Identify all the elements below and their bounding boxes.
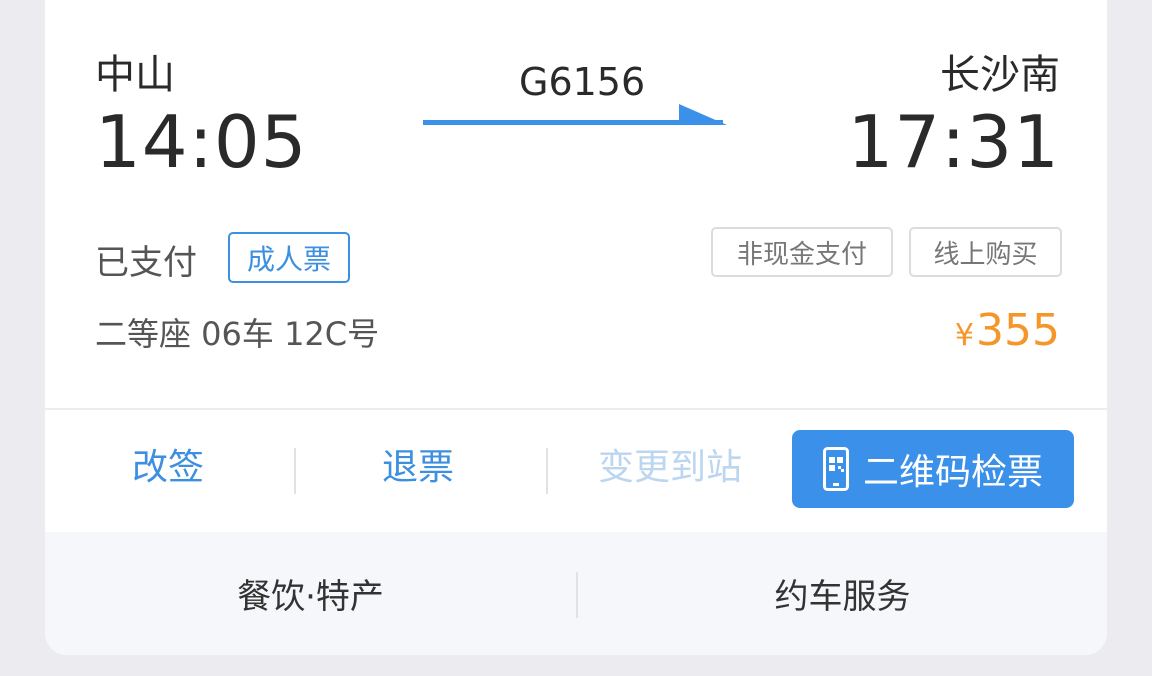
pay-status: 已支付 xyxy=(95,243,197,283)
separator xyxy=(546,448,548,494)
qr-check-button[interactable]: 二维码检票 xyxy=(792,430,1074,508)
change-ticket-button[interactable]: 改签 xyxy=(103,426,233,502)
price-value: 355 xyxy=(976,305,1060,356)
seat-info: 二等座 06车 12C号 xyxy=(95,315,380,353)
service-bar: 餐饮·特产 约车服务 xyxy=(45,532,1107,655)
right-arrow-icon xyxy=(423,104,727,125)
ticket-card: 中山 长沙南 G6156 14:05 17:31 已支付 成人票 非现金支付 线… xyxy=(45,0,1107,655)
qr-check-label: 二维码检票 xyxy=(862,452,1043,493)
ticket-type-badge: 成人票 xyxy=(228,232,350,283)
price: ¥355 xyxy=(955,305,1060,356)
refund-button[interactable]: 退票 xyxy=(353,426,483,502)
separator xyxy=(294,448,296,494)
train-number: G6156 xyxy=(519,60,646,104)
depart-time: 14:05 xyxy=(95,100,308,184)
to-station: 长沙南 xyxy=(940,52,1060,98)
arrive-time: 17:31 xyxy=(847,100,1060,184)
cashless-badge: 非现金支付 xyxy=(711,227,893,277)
online-purchase-badge: 线上购买 xyxy=(909,227,1062,277)
food-service-link[interactable]: 餐饮·特产 xyxy=(45,532,576,655)
car-service-link[interactable]: 约车服务 xyxy=(578,532,1107,655)
phone-qr-icon xyxy=(822,447,849,491)
divider xyxy=(45,408,1107,410)
change-station-button[interactable]: 变更到站 xyxy=(585,426,755,502)
from-station: 中山 xyxy=(95,52,175,98)
currency-symbol: ¥ xyxy=(954,318,975,353)
